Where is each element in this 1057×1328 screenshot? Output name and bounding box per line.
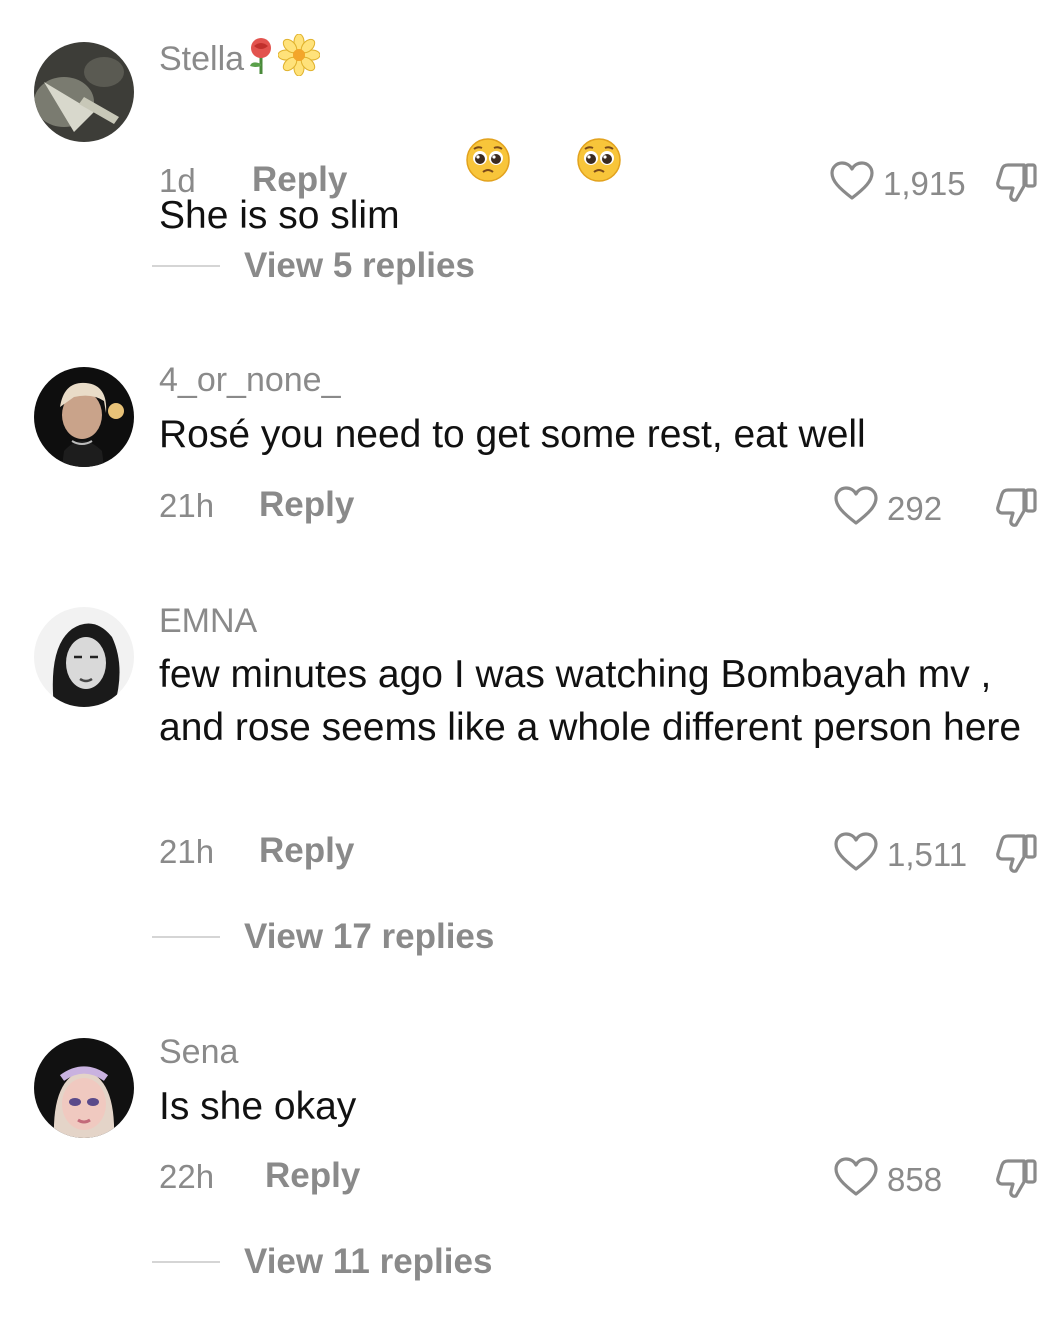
pleading-face-icon [511,84,622,250]
heart-icon [829,160,875,207]
dislike-button[interactable] [994,160,1040,211]
avatar[interactable] [34,607,134,707]
comment-text: Rosé you need to get some rest, eat well [159,413,866,456]
reply-button[interactable]: Reply [259,831,354,871]
like-count: 1,511 [887,835,968,873]
like-button[interactable]: 292 [833,485,942,532]
avatar[interactable] [34,1038,134,1138]
heart-icon [833,1156,879,1203]
view-replies-button[interactable]: View 11 replies [152,1242,492,1282]
like-count: 1,915 [883,164,966,202]
like-count: 292 [887,489,943,527]
like-button[interactable]: 1,915 [829,160,966,207]
timestamp: 21h [159,487,215,524]
thumbs-down-icon [994,488,1040,535]
divider-line [152,936,220,938]
dislike-button[interactable] [994,485,1040,536]
heart-icon [833,485,879,532]
like-count: 858 [887,1160,943,1198]
divider-line [152,1261,220,1263]
like-button[interactable]: 858 [833,1156,942,1203]
blossom-icon [277,33,321,85]
username[interactable]: Sena [159,1033,238,1072]
pleading-face-icon [400,84,511,250]
like-button[interactable]: 1,511 [833,831,967,878]
heart-icon [833,831,879,878]
username[interactable]: 4_or_none_ [159,361,341,400]
avatar[interactable] [34,42,134,142]
thumbs-down-icon [994,834,1040,881]
timestamp: 1d [159,162,196,199]
username[interactable]: Stella [159,33,321,85]
dislike-button[interactable] [994,831,1040,882]
dislike-button[interactable] [994,1156,1040,1207]
divider-line [152,265,220,267]
username[interactable]: EMNA [159,602,257,641]
comment-text: few minutes ago I was watching Bombayah … [159,653,1022,749]
rose-icon [244,36,278,85]
comment-text: Is she okay [159,1085,357,1128]
reply-button[interactable]: Reply [259,485,354,525]
reply-button[interactable]: Reply [252,160,347,200]
thumbs-down-icon [994,163,1040,210]
view-replies-button[interactable]: View 17 replies [152,917,494,957]
view-replies-button[interactable]: View 5 replies [152,246,475,286]
thumbs-down-icon [994,1159,1040,1206]
reply-button[interactable]: Reply [265,1156,360,1196]
timestamp: 22h [159,1158,215,1195]
timestamp: 21h [159,833,215,870]
avatar[interactable] [34,367,134,467]
